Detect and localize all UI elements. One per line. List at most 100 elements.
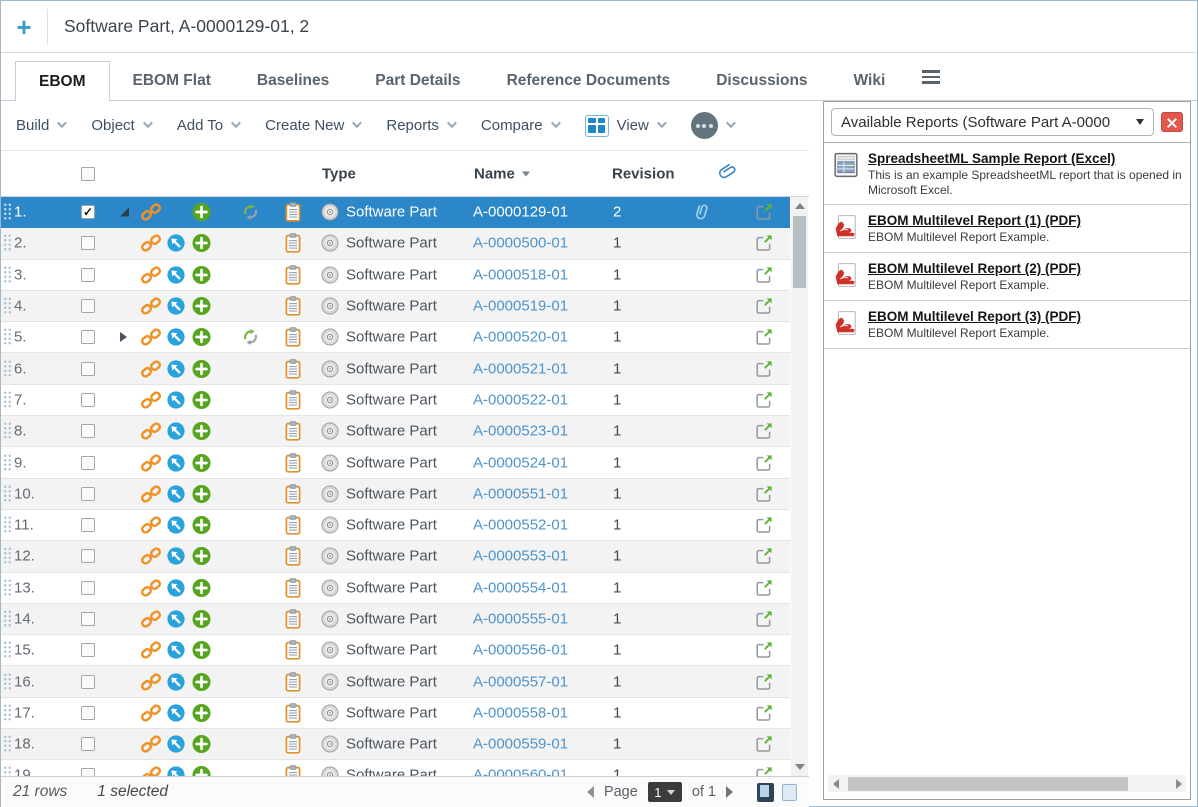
add-plus-icon[interactable] <box>192 328 211 347</box>
row-checkbox[interactable]: ✓ <box>81 299 95 313</box>
clipboard-icon[interactable] <box>285 609 301 629</box>
clipboard-icon[interactable] <box>285 296 301 316</box>
part-name-link[interactable]: A-0000559-01 <box>473 736 568 753</box>
navigate-icon[interactable] <box>167 391 185 409</box>
row-checkbox[interactable]: ✓ <box>81 362 95 376</box>
row-checkbox[interactable]: ✓ <box>81 518 95 532</box>
table-row[interactable]: 13. ✓ <box>1 573 790 604</box>
part-name-link[interactable]: A-0000129-01 <box>473 204 568 221</box>
table-row[interactable]: 14. ✓ <box>1 604 790 635</box>
navigate-icon[interactable] <box>167 547 185 565</box>
page-number-select[interactable]: 1 <box>648 782 682 802</box>
table-row[interactable]: 2. ✓ <box>1 228 790 259</box>
navigate-icon[interactable] <box>167 454 185 472</box>
paperclip-icon[interactable] <box>717 161 738 187</box>
table-row[interactable]: 3. ✓ <box>1 260 790 291</box>
row-drag-handle[interactable] <box>3 453 13 472</box>
row-checkbox[interactable]: ✓ <box>81 487 95 501</box>
navigate-icon[interactable] <box>167 360 185 378</box>
more-actions-menu[interactable] <box>691 112 733 139</box>
row-drag-handle[interactable] <box>3 359 13 378</box>
tab-ebom[interactable]: EBOM <box>15 61 110 101</box>
table-row[interactable]: 10. ✓ <box>1 479 790 510</box>
expand-toggle-icon[interactable] <box>120 208 129 217</box>
link-chain-icon[interactable] <box>141 203 161 221</box>
add-plus-icon[interactable] <box>192 265 211 284</box>
navigate-icon[interactable] <box>167 297 185 315</box>
row-checkbox[interactable]: ✓ <box>81 236 95 250</box>
row-drag-handle[interactable] <box>3 234 13 253</box>
tab-baselines[interactable]: Baselines <box>234 61 352 100</box>
scroll-up-icon[interactable] <box>791 198 808 214</box>
open-item-icon[interactable] <box>755 391 773 409</box>
view-menu[interactable]: View <box>585 115 664 137</box>
row-checkbox[interactable]: ✓ <box>81 737 95 751</box>
link-chain-icon[interactable] <box>141 328 161 346</box>
row-drag-handle[interactable] <box>3 641 13 660</box>
part-name-link[interactable]: A-0000551-01 <box>473 485 568 502</box>
part-name-link[interactable]: A-0000558-01 <box>473 704 568 721</box>
open-item-icon[interactable] <box>755 234 773 252</box>
row-drag-handle[interactable] <box>3 547 13 566</box>
clipboard-icon[interactable] <box>285 265 301 285</box>
row-drag-handle[interactable] <box>3 265 13 284</box>
link-chain-icon[interactable] <box>141 234 161 252</box>
table-row[interactable]: 4. ✓ <box>1 291 790 322</box>
add-plus-icon[interactable] <box>192 610 211 629</box>
clipboard-icon[interactable] <box>285 327 301 347</box>
report-link[interactable]: EBOM Multilevel Report (1) (PDF) <box>868 213 1081 228</box>
add-plus-icon[interactable] <box>192 516 211 535</box>
add-plus-icon[interactable] <box>192 297 211 316</box>
build-menu[interactable]: Build <box>16 117 64 134</box>
add-plus-icon[interactable] <box>192 234 211 253</box>
row-checkbox[interactable]: ✓ <box>81 581 95 595</box>
open-item-icon[interactable] <box>755 766 773 776</box>
part-name-link[interactable]: A-0000518-01 <box>473 266 568 283</box>
add-plus-icon[interactable] <box>192 453 211 472</box>
object-menu[interactable]: Object <box>91 117 149 134</box>
row-checkbox[interactable]: ✓ <box>81 643 95 657</box>
column-header-type[interactable]: Type <box>322 165 356 182</box>
clipboard-icon[interactable] <box>285 421 301 441</box>
navigate-icon[interactable] <box>167 516 185 534</box>
clipboard-icon[interactable] <box>285 515 301 535</box>
horizontal-scrollbar[interactable] <box>828 775 1186 792</box>
select-all-checkbox[interactable]: ✓ <box>81 167 95 181</box>
add-plus-icon[interactable] <box>192 390 211 409</box>
open-item-icon[interactable] <box>755 266 773 284</box>
row-drag-handle[interactable] <box>3 328 13 347</box>
report-link[interactable]: EBOM Multilevel Report (3) (PDF) <box>868 309 1081 324</box>
navigate-icon[interactable] <box>167 610 185 628</box>
open-item-icon[interactable] <box>755 422 773 440</box>
table-row[interactable]: 7. ✓ <box>1 385 790 416</box>
navigate-icon[interactable] <box>167 766 185 776</box>
clipboard-icon[interactable] <box>285 703 301 723</box>
hamburger-icon[interactable] <box>922 70 940 84</box>
link-chain-icon[interactable] <box>141 610 161 628</box>
clipboard-icon[interactable] <box>285 578 301 598</box>
row-drag-handle[interactable] <box>3 578 13 597</box>
clipboard-icon[interactable] <box>285 453 301 473</box>
row-drag-handle[interactable] <box>3 766 13 776</box>
vertical-scrollbar[interactable] <box>791 197 808 776</box>
table-row[interactable]: 5. ✓ <box>1 322 790 353</box>
part-name-link[interactable]: A-0000524-01 <box>473 454 568 471</box>
table-row[interactable]: 1. ✓ <box>1 197 790 228</box>
navigate-icon[interactable] <box>167 234 185 252</box>
link-chain-icon[interactable] <box>141 766 161 776</box>
open-item-icon[interactable] <box>755 547 773 565</box>
open-item-icon[interactable] <box>755 610 773 628</box>
open-item-icon[interactable] <box>755 516 773 534</box>
scroll-left-icon[interactable] <box>828 775 843 792</box>
add-plus-icon[interactable] <box>192 703 211 722</box>
part-name-link[interactable]: A-0000554-01 <box>473 579 568 596</box>
part-name-link[interactable]: A-0000557-01 <box>473 673 568 690</box>
add-plus-icon[interactable] <box>192 484 211 503</box>
row-checkbox[interactable]: ✓ <box>81 393 95 407</box>
row-checkbox[interactable]: ✓ <box>81 675 95 689</box>
open-item-icon[interactable] <box>755 704 773 722</box>
part-name-link[interactable]: A-0000552-01 <box>473 517 568 534</box>
navigate-icon[interactable] <box>167 641 185 659</box>
open-item-icon[interactable] <box>755 203 773 221</box>
navigate-icon[interactable] <box>167 735 185 753</box>
